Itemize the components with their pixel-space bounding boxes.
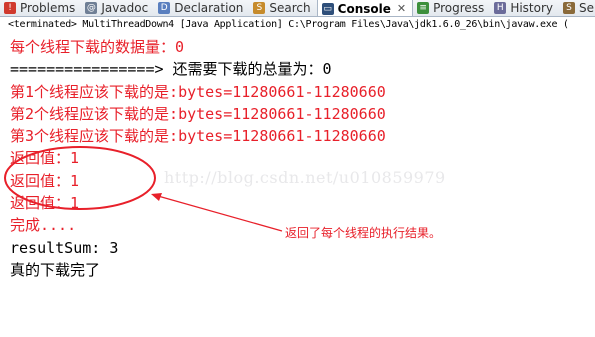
annotation-note: 返回了每个线程的执行结果。 [285,226,442,240]
annotation-arrowhead [151,193,162,201]
annotation-arrow-line [157,195,283,232]
annotation-overlay [4,146,283,232]
annotation-ellipse [4,146,156,210]
